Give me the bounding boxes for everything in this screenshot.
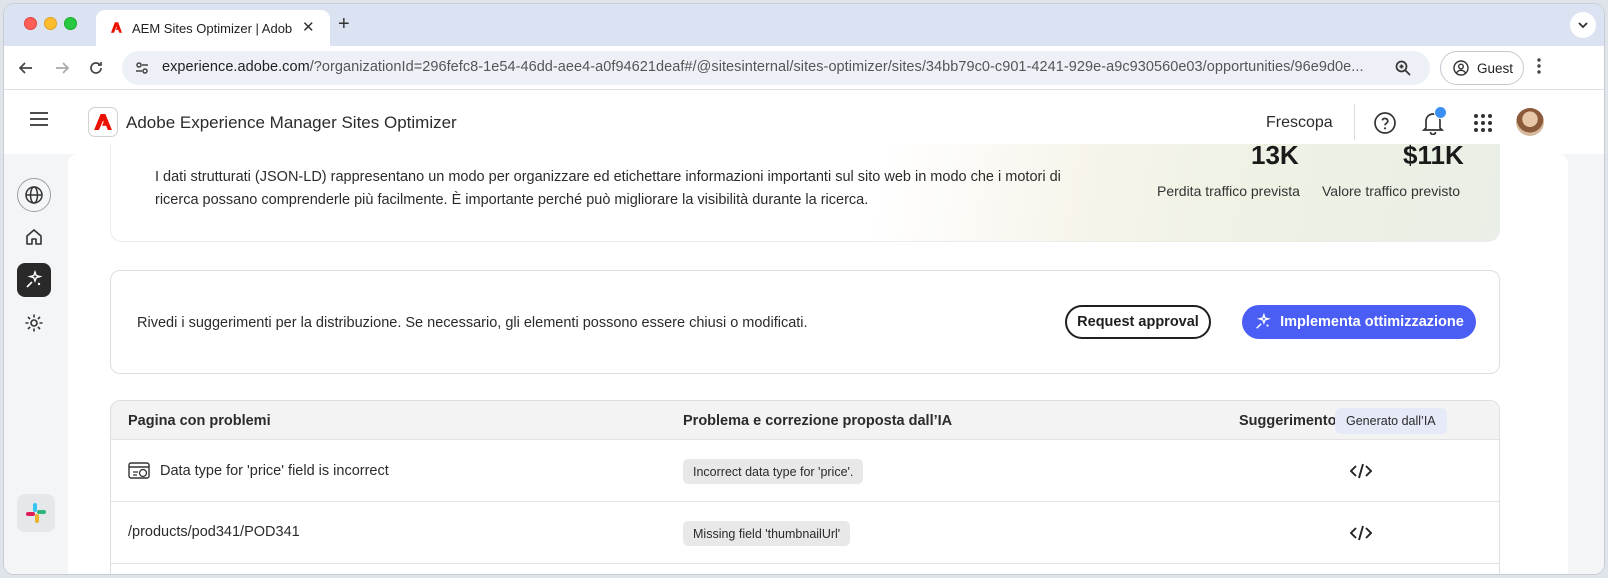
page-cell[interactable]: Data type for 'price' field is incorrect <box>128 462 389 480</box>
deployment-actions-card: Rivedi i suggerimenti per la distribuzio… <box>110 270 1500 374</box>
tab-bar: AEM Sites Optimizer | Adobe Experience M… <box>4 4 1604 46</box>
traffic-value-value: $11K <box>1403 144 1464 170</box>
org-switcher[interactable]: Frescopa <box>1266 114 1333 132</box>
page-cell[interactable]: /products/pod341/POD341 <box>128 524 300 540</box>
home-icon[interactable] <box>17 220 51 254</box>
reload-icon[interactable] <box>84 56 108 80</box>
browser-tab[interactable]: AEM Sites Optimizer | Adobe Experience M… <box>96 10 330 46</box>
adobe-favicon-icon <box>110 22 123 33</box>
tab-search-chevron-icon[interactable] <box>1570 12 1596 38</box>
hamburger-menu-icon[interactable] <box>30 111 48 127</box>
globe-icon[interactable] <box>17 178 51 212</box>
url-text: experience.adobe.com/?organizationId=296… <box>162 59 1364 75</box>
content-area: I dati strutturati (JSON-LD) rappresenta… <box>4 144 1604 574</box>
view-code-icon[interactable] <box>1349 460 1373 482</box>
apps-grid-icon[interactable] <box>1470 110 1496 136</box>
column-header-suggestion[interactable]: Suggerimento <box>1239 413 1336 429</box>
maximize-window-button[interactable] <box>64 17 77 30</box>
opportunities-sparkle-icon[interactable] <box>17 263 51 297</box>
table-header: Pagina con problemi Problema e correzion… <box>111 401 1499 440</box>
browser-window: AEM Sites Optimizer | Adobe Experience M… <box>4 4 1604 574</box>
issue-chip: Incorrect data type for 'price'. <box>683 459 864 484</box>
traffic-value-label: Valore traffico previsto <box>1322 183 1460 199</box>
minimize-window-button[interactable] <box>44 17 57 30</box>
deploy-optimization-button[interactable]: Implementa ottimizzazione <box>1242 305 1476 339</box>
page-cell-text: Data type for 'price' field is incorrect <box>160 463 389 479</box>
column-header-issue[interactable]: Problema e correzione proposta dall’IA <box>683 413 952 429</box>
opportunity-description: I dati strutturati (JSON-LD) rappresenta… <box>155 169 1061 208</box>
adobe-logo-icon[interactable] <box>88 107 118 137</box>
deploy-label: Implementa ottimizzazione <box>1280 314 1464 330</box>
address-bar-row: experience.adobe.com/?organizationId=296… <box>4 46 1604 90</box>
profile-button[interactable]: Guest <box>1440 51 1524 85</box>
settings-gear-icon[interactable] <box>17 306 51 340</box>
zoom-icon[interactable] <box>1394 59 1412 77</box>
table-row[interactable]: Data type for 'price' field is incorrect… <box>111 440 1499 502</box>
user-avatar[interactable] <box>1516 108 1544 136</box>
opportunity-summary-card: I dati strutturati (JSON-LD) rappresenta… <box>110 144 1500 242</box>
main-panel: I dati strutturati (JSON-LD) rappresenta… <box>68 144 1568 574</box>
side-rail <box>4 154 66 574</box>
profile-label: Guest <box>1477 60 1514 76</box>
tab-title: AEM Sites Optimizer | Adobe Experience M… <box>132 21 292 36</box>
notification-badge <box>1434 106 1447 119</box>
app-title: Adobe Experience Manager Sites Optimizer <box>126 113 457 132</box>
column-header-page[interactable]: Pagina con problemi <box>128 413 271 429</box>
notifications-bell-icon[interactable] <box>1420 106 1447 136</box>
table-row[interactable]: /products/pod341/POD341 Missing field 't… <box>111 502 1499 564</box>
issues-table: Pagina con problemi Problema e correzion… <box>110 400 1500 574</box>
help-icon[interactable] <box>1372 110 1398 136</box>
page-cell-text: /products/pod341/POD341 <box>128 524 300 540</box>
site-settings-icon[interactable] <box>134 60 150 76</box>
page-preview-icon <box>128 462 150 479</box>
browser-menu-icon[interactable] <box>1536 56 1542 76</box>
header-divider <box>1354 104 1355 140</box>
traffic-loss-value: 13K <box>1251 144 1299 170</box>
close-window-button[interactable] <box>24 17 37 30</box>
tab-close-icon[interactable]: ✕ <box>302 18 315 36</box>
ai-generated-badge: Generato dall’IA <box>1335 408 1447 434</box>
new-tab-icon[interactable]: + <box>338 14 350 34</box>
traffic-loss-label: Perdita traffico prevista <box>1157 183 1300 199</box>
profile-icon <box>1453 60 1469 76</box>
forward-arrow-icon[interactable] <box>50 56 74 80</box>
url-bar[interactable]: experience.adobe.com/?organizationId=296… <box>122 51 1430 85</box>
view-code-icon[interactable] <box>1349 522 1373 544</box>
back-arrow-icon[interactable] <box>14 56 38 80</box>
request-approval-button[interactable]: Request approval <box>1065 305 1211 339</box>
sparkle-icon <box>1256 313 1271 329</box>
slack-icon[interactable] <box>17 494 55 532</box>
issue-chip: Missing field 'thumbnailUrl' <box>683 521 851 546</box>
review-instructions: Rivedi i suggerimenti per la distribuzio… <box>137 315 808 331</box>
